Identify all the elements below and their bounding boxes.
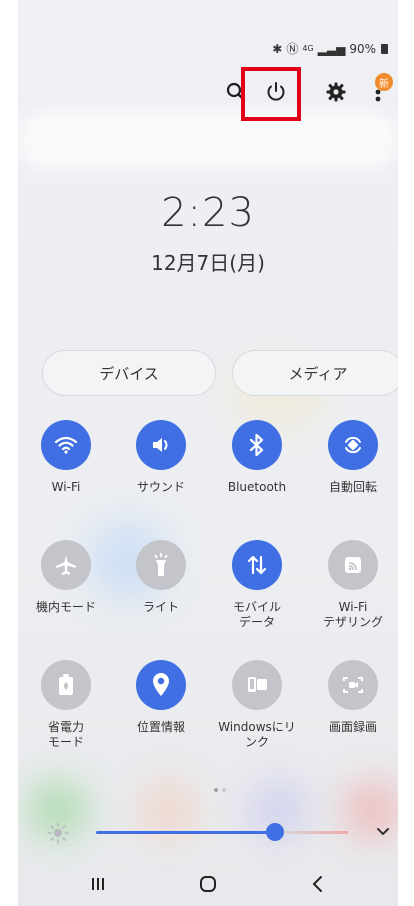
brightness-fill: [96, 831, 275, 834]
battery-percent: 90%: [349, 41, 376, 56]
back-button[interactable]: [288, 866, 348, 902]
recents-button[interactable]: [68, 866, 128, 902]
bluetooth-status-icon: ✱: [272, 41, 283, 56]
media-label: メディア: [288, 364, 348, 383]
brightness-sun-icon: [46, 821, 70, 849]
devices-label: デバイス: [99, 364, 159, 383]
tile-wifi[interactable]: Wi-Fi: [21, 420, 111, 495]
top-actions: [18, 72, 398, 112]
sound-icon: [136, 420, 186, 470]
tile-location[interactable]: 位置情報: [116, 660, 206, 735]
network-type-label: 4G: [302, 44, 314, 53]
tile-label: ライト: [142, 600, 179, 614]
brightness-bar: [18, 818, 398, 848]
tile-label: サウンド: [136, 480, 185, 494]
tile-link-to-windows[interactable]: Windowsにリ ンク: [212, 660, 302, 750]
tile-label: モバイル データ: [232, 600, 281, 629]
back-icon: [313, 876, 322, 892]
devices-button[interactable]: デバイス: [42, 350, 216, 396]
navigation-bar: [18, 866, 398, 902]
tile-label: Windowsにリ ンク: [218, 720, 296, 749]
page-dot: [222, 788, 226, 792]
tile-flashlight[interactable]: ライト: [116, 540, 206, 615]
brightness-slider[interactable]: [96, 831, 348, 834]
recents-icon: [92, 878, 104, 890]
tile-wifi-hotspot[interactable]: Wi-Fi テザリング: [308, 540, 398, 630]
mobile-data-icon: [232, 540, 282, 590]
page-dot-active: [214, 788, 218, 792]
bluetooth-icon: [232, 420, 282, 470]
tile-label: 画面録画: [328, 720, 377, 734]
hotspot-icon: [328, 540, 378, 590]
airplane-icon: [41, 540, 91, 590]
brightness-track-end: [278, 831, 348, 834]
screen-record-icon: [328, 660, 378, 710]
tile-sound[interactable]: サウンド: [116, 420, 206, 495]
tile-auto-rotate[interactable]: 自動回転: [308, 420, 398, 495]
tile-label: 位置情報: [136, 720, 185, 734]
tile-label: Wi-Fi テザリング: [322, 600, 383, 629]
tile-airplane-mode[interactable]: 機内モード: [21, 540, 111, 615]
tile-power-saving[interactable]: 省電力 モード: [21, 660, 111, 750]
tile-label: 省電力 モード: [47, 720, 84, 749]
tile-mobile-data[interactable]: モバイル データ: [212, 540, 302, 630]
link-to-windows-icon: [232, 660, 282, 710]
brightness-thumb[interactable]: [265, 823, 284, 841]
home-icon: [200, 876, 216, 892]
tile-label: Wi-Fi: [51, 480, 81, 494]
wifi-icon: [41, 420, 91, 470]
tile-bluetooth[interactable]: Bluetooth: [212, 420, 302, 495]
media-button[interactable]: メディア: [232, 350, 398, 396]
chevron-down-icon[interactable]: [374, 822, 392, 844]
blurred-background: [18, 110, 398, 170]
status-bar: ✱ Ⓝ 4G ▂▃▅ 90%: [272, 40, 388, 57]
quick-settings-panel: ✱ Ⓝ 4G ▂▃▅ 90% 新 2:23 12月7日(月) デバイス メディア…: [18, 0, 398, 906]
location-icon: [136, 660, 186, 710]
clock-date: 12月7日(月): [151, 251, 265, 275]
tile-label: 自動回転: [328, 480, 377, 494]
new-badge: 新: [375, 73, 393, 91]
power-saving-icon: [41, 660, 91, 710]
tile-screen-record[interactable]: 画面録画: [308, 660, 398, 735]
power-button-highlight: [241, 67, 301, 121]
home-button[interactable]: [178, 866, 238, 902]
flashlight-icon: [136, 540, 186, 590]
auto-rotate-icon: [328, 420, 378, 470]
page-indicator: [214, 788, 226, 792]
nfc-icon: Ⓝ: [286, 42, 299, 56]
tile-label: 機内モード: [35, 600, 96, 614]
clock-time: 2:23: [161, 190, 255, 236]
battery-icon: [381, 43, 388, 54]
signal-icon: ▂▃▅: [317, 41, 346, 56]
settings-gear-icon[interactable]: [316, 72, 356, 112]
tile-label: Bluetooth: [227, 480, 287, 494]
